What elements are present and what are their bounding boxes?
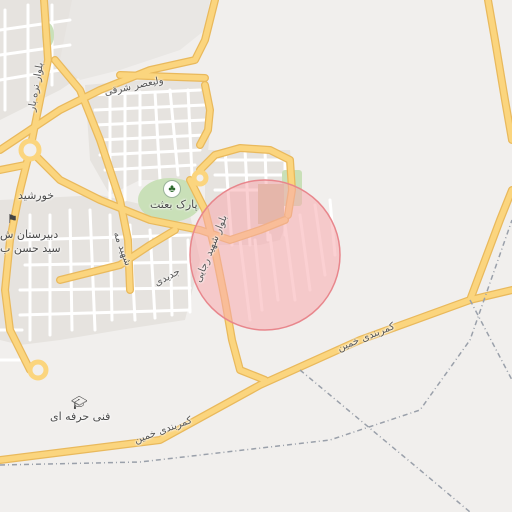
map-canvas[interactable]: ولیعصر شرقی بلوار نره بار خورشید ⚑ دبیرس…	[0, 0, 512, 512]
label-khorshid: خورشید	[18, 189, 55, 202]
label-seyed-hasan: سید حسن ب	[0, 242, 61, 255]
label-park: پارک بعثت	[150, 198, 198, 211]
label-vocational: فنی حرفه ای	[50, 410, 111, 423]
flag-icon: ⚑	[7, 212, 18, 226]
tree-icon: ♣	[163, 180, 181, 198]
label-school: دبیرستان ش	[0, 228, 59, 241]
graduation-cap-icon: 🎓︎	[71, 395, 88, 410]
map-base-layer	[0, 0, 512, 512]
